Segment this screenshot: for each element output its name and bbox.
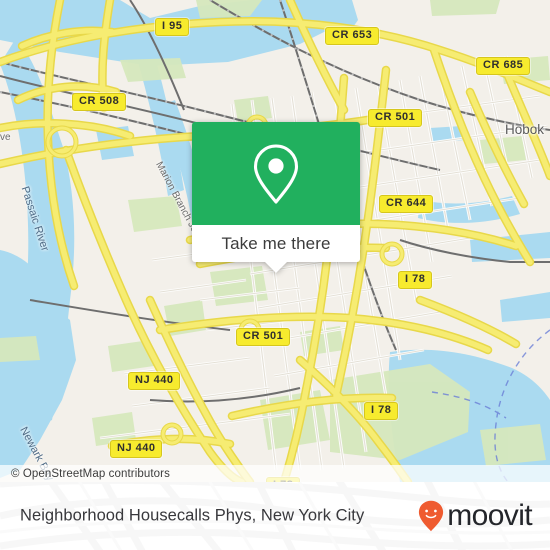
map-pin-icon <box>253 143 299 204</box>
footer-place-title: Neighborhood Housecalls Phys, New York C… <box>20 506 365 525</box>
take-me-there-label: Take me there <box>221 233 331 253</box>
road-shield: I 78 <box>364 402 399 420</box>
road-shield: CR 685 <box>476 57 531 75</box>
callout-action[interactable]: Take me there <box>192 225 360 273</box>
callout-icon-area <box>192 122 360 225</box>
moovit-location-card: I 95 CR 653 CR 685 CR 508 CR 501 CR 644 I 78 CR… <box>0 0 550 550</box>
footer-bar: Neighborhood Housecalls Phys, New York C… <box>0 482 550 550</box>
road-shield: CR 508 <box>72 93 127 111</box>
road-shield: CR 653 <box>325 27 380 45</box>
callout-pointer <box>265 262 287 273</box>
osm-attribution[interactable]: © OpenStreetMap contributors <box>11 468 170 480</box>
road-shield: I 95 <box>155 18 190 36</box>
road-shield: CR 644 <box>379 195 434 213</box>
moovit-wordmark: moovit <box>447 499 532 532</box>
moovit-logo[interactable]: moovit <box>418 499 533 532</box>
place-label: Hobok <box>505 122 545 137</box>
road-shield: NJ 440 <box>128 372 181 390</box>
location-callout[interactable]: Take me there <box>192 122 360 273</box>
rail-label: ve <box>0 132 11 143</box>
road-shield: I 78 <box>398 271 433 289</box>
road-shield: NJ 440 <box>110 440 163 458</box>
road-shield: CR 501 <box>368 109 423 127</box>
road-shield: CR 501 <box>236 328 291 346</box>
moovit-pin-icon <box>419 500 444 532</box>
